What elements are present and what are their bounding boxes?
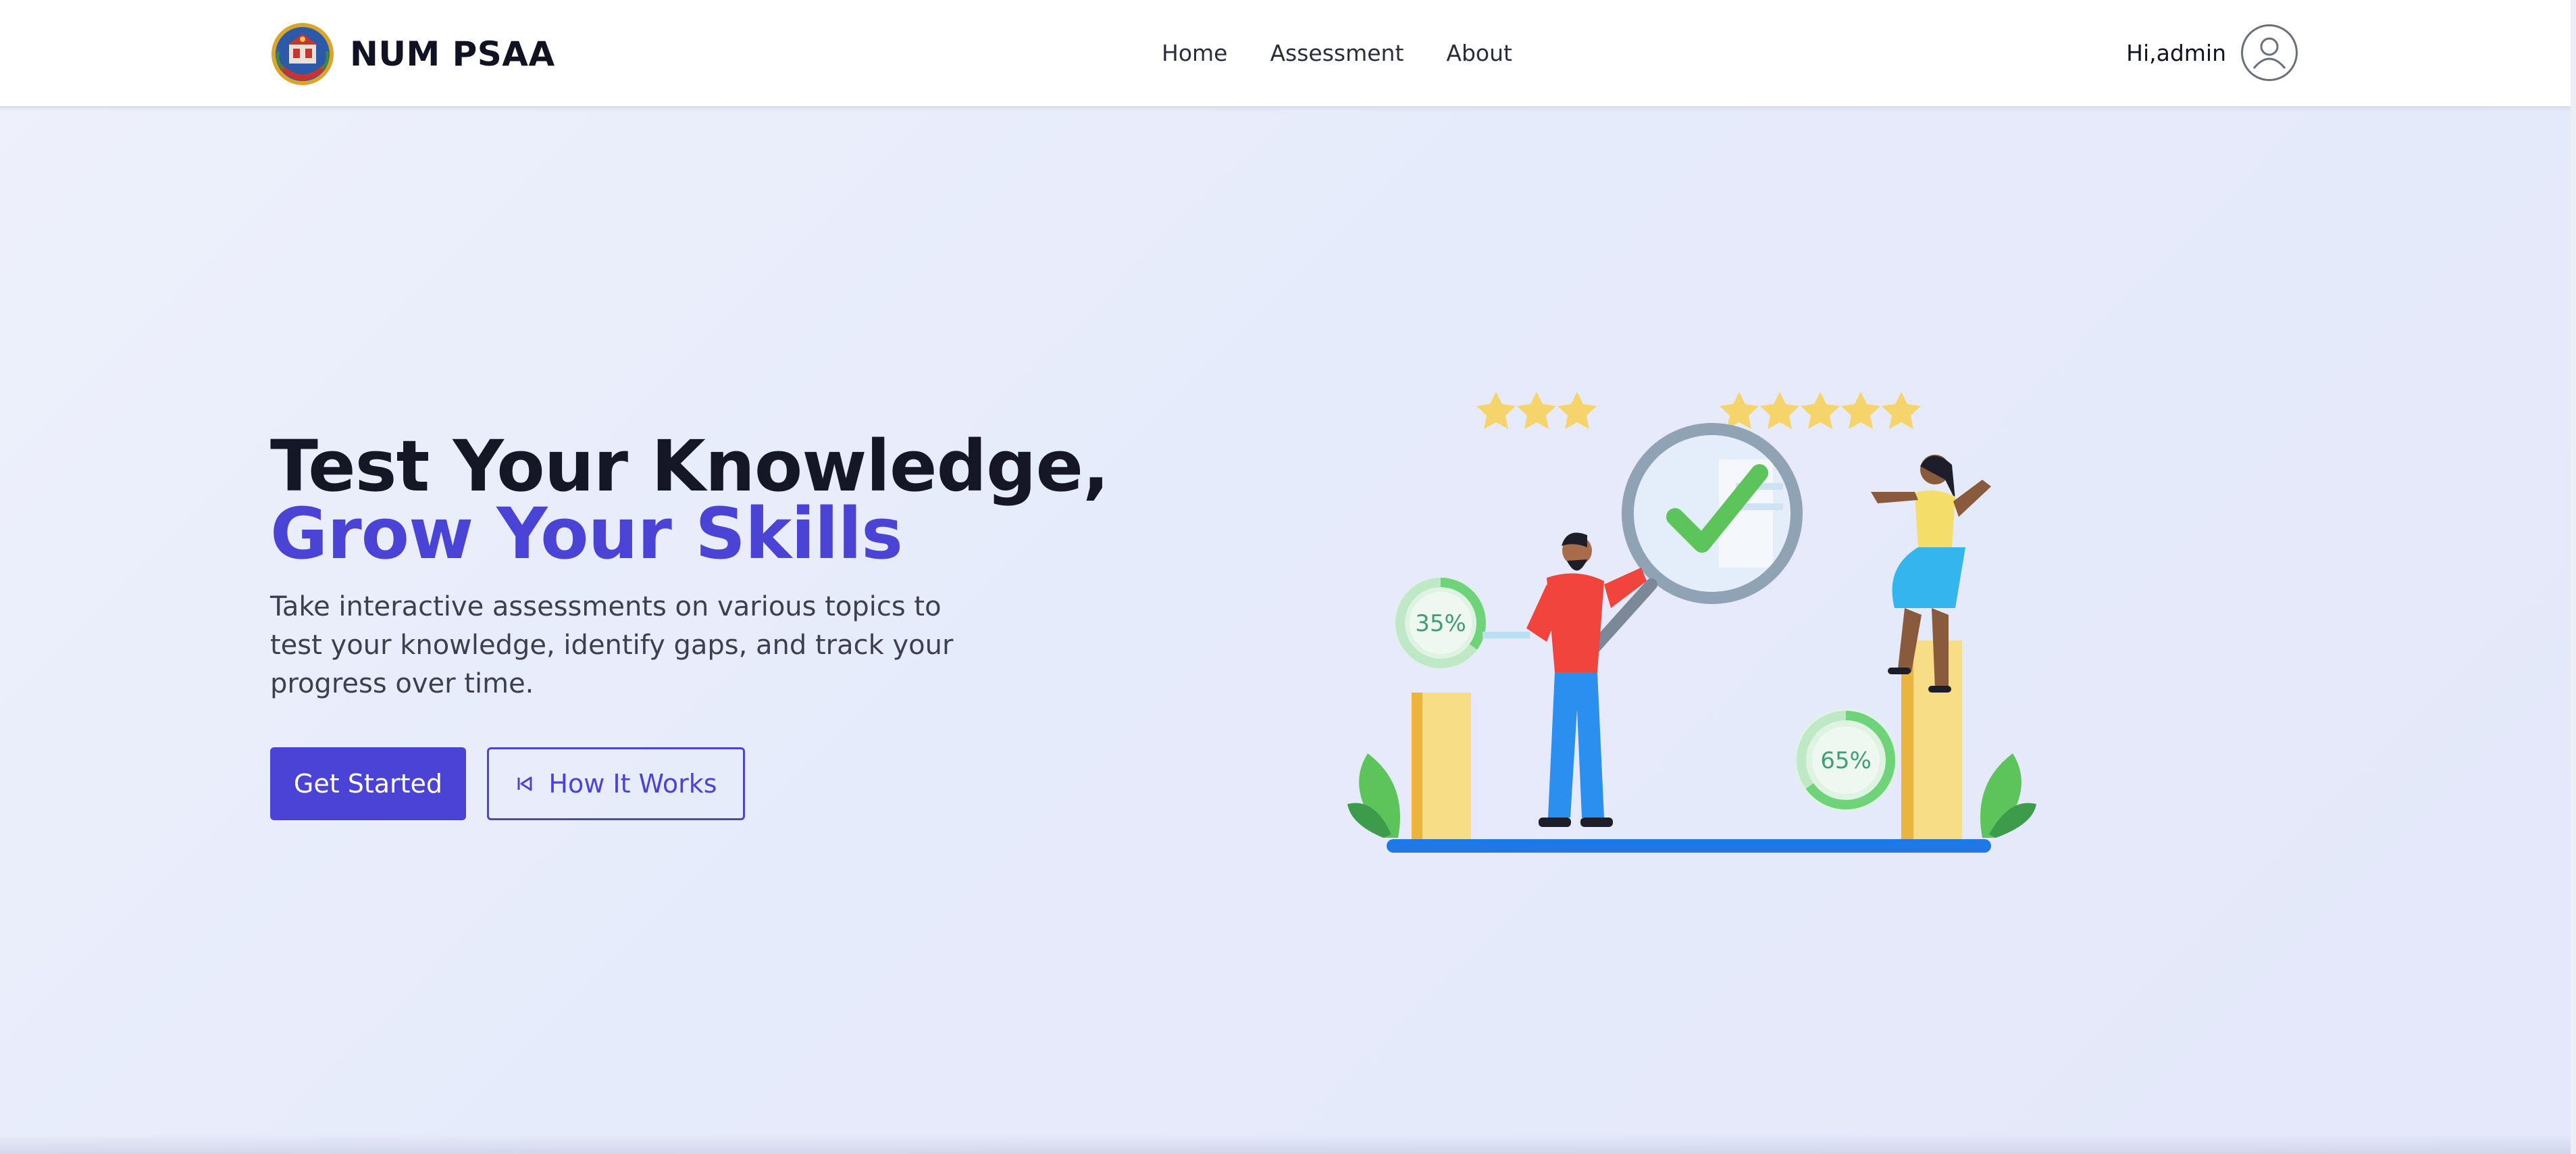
nav-about[interactable]: About	[1446, 36, 1512, 70]
avatar[interactable]	[2241, 24, 2298, 81]
brand[interactable]: NUM PSAA	[270, 20, 555, 88]
play-back-icon	[515, 774, 535, 794]
scrollbar-track[interactable]	[2571, 0, 2576, 1154]
hero-subtitle: Take interactive assessments on various …	[270, 591, 954, 699]
top-navbar: NUM PSAA Home Assessment About Hi,admin	[0, 0, 2576, 108]
main-nav: Home Assessment About	[1162, 36, 1555, 70]
assessment-illustration: 35% 65%	[1347, 392, 2036, 853]
user-circle-icon	[2252, 37, 2286, 69]
user-menu[interactable]: Hi,admin	[2126, 24, 2298, 81]
plant-left	[1347, 753, 1400, 838]
how-it-works-button[interactable]: How It Works	[487, 747, 745, 820]
percent-left: 35%	[1415, 610, 1466, 637]
nav-assessment[interactable]: Assessment	[1270, 36, 1403, 70]
brand-name: NUM PSAA	[350, 34, 555, 74]
rating-stars-right	[1720, 392, 1921, 429]
rating-stars-left	[1476, 392, 1597, 429]
percent-right: 65%	[1820, 747, 1872, 774]
hero-title-accent: Grow Your Skills	[270, 493, 903, 575]
plant-right	[1980, 753, 2036, 838]
user-greeting: Hi,admin	[2126, 39, 2226, 66]
hero-title: Test Your Knowledge, Grow Your Skills	[270, 431, 1229, 569]
man-figure	[1526, 532, 1647, 827]
nav-home[interactable]: Home	[1162, 36, 1227, 70]
get-started-button[interactable]: Get Started	[270, 747, 466, 820]
ground-bar	[1387, 839, 1991, 853]
how-it-works-label: How It Works	[548, 769, 717, 799]
bottom-shadow	[0, 1134, 2576, 1154]
num-logo	[272, 23, 334, 85]
